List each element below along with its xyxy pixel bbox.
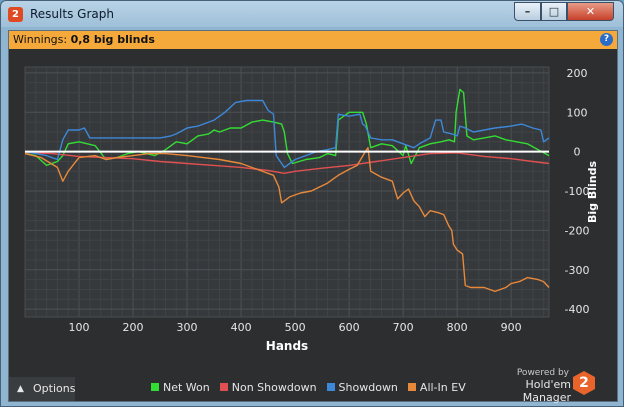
- y-tick-label: 200: [567, 67, 588, 80]
- y-tick-label: 0: [574, 146, 581, 159]
- graph-panel: Winnings: 0,8 big blinds ? 100 200 300 400 5…: [8, 30, 618, 404]
- legend-swatch: [326, 383, 335, 391]
- legend-swatch: [151, 383, 159, 391]
- x-tick-label: 200: [123, 321, 144, 334]
- y-tick-label: 100: [567, 106, 588, 119]
- x-tick-label: 500: [285, 321, 306, 334]
- x-tick-label: 100: [69, 321, 90, 334]
- legend-swatch: [219, 383, 228, 391]
- legend-item[interactable]: All-In EV: [407, 381, 466, 394]
- legend-item[interactable]: Showdown: [326, 381, 398, 394]
- brand-name: Hold'em Manager: [522, 378, 571, 404]
- legend-label: Net Won: [163, 381, 210, 394]
- legend-item[interactable]: Non Showdown: [219, 381, 317, 394]
- x-tick-label: 600: [339, 321, 360, 334]
- y-tick-label: -400: [565, 303, 590, 316]
- y-axis-label: Big Blinds: [586, 161, 599, 223]
- legend-label: All-In EV: [419, 381, 466, 394]
- window-title: Results Graph: [30, 7, 114, 21]
- x-axis-label: Hands: [266, 339, 308, 353]
- x-tick-label: 300: [177, 321, 198, 334]
- minimize-button[interactable]: –: [514, 2, 541, 21]
- title-bar[interactable]: 2 Results Graph – □ ✕: [1, 1, 623, 27]
- legend-swatch: [407, 383, 416, 391]
- x-tick-label: 900: [501, 321, 522, 334]
- options-label: Options: [33, 382, 76, 395]
- y-tick-label: -200: [565, 224, 590, 237]
- y-tick-label: -300: [565, 264, 590, 277]
- powered-by-text: Powered by: [516, 368, 569, 378]
- maximize-button[interactable]: □: [541, 2, 567, 21]
- close-button[interactable]: ✕: [567, 2, 614, 21]
- x-tick-label: 800: [447, 321, 468, 334]
- app-logo-icon: 2: [8, 7, 23, 22]
- legend-label: Non Showdown: [231, 381, 317, 394]
- legend-item[interactable]: Net Won: [151, 381, 210, 394]
- legend-label: Showdown: [338, 381, 398, 394]
- x-tick-label: 400: [231, 321, 252, 334]
- results-chart: 100 200 300 400 500 600 700 800 9002001000-100-2…: [24, 66, 599, 353]
- x-tick-label: 700: [393, 321, 414, 334]
- chevron-up-icon: ▲: [17, 384, 24, 394]
- chart-legend: Net Won Non Showdown Showdown All-In EV: [151, 381, 476, 394]
- results-graph-window: 2 Results Graph – □ ✕ Winnings: 0,8 big …: [0, 0, 624, 407]
- options-button[interactable]: ▲ Options: [9, 377, 75, 401]
